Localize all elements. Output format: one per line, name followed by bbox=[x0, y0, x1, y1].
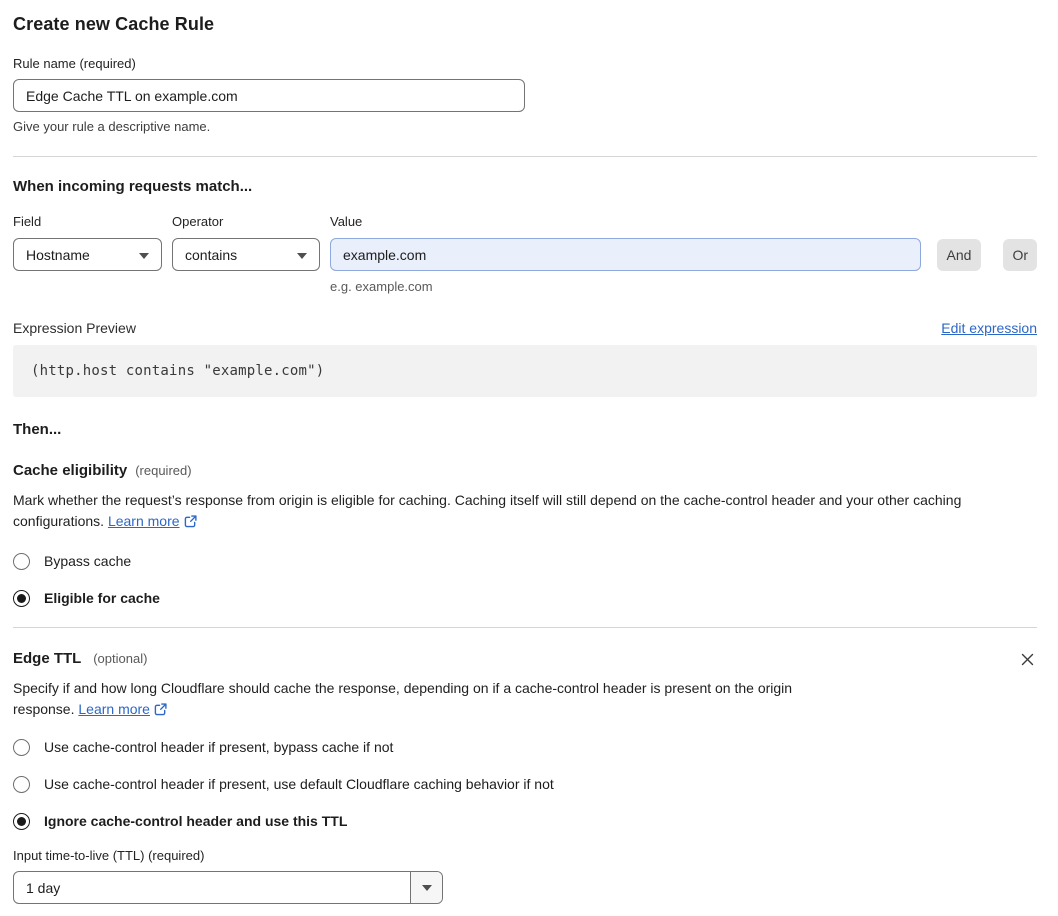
cache-eligibility-options: Bypass cache Eligible for cache bbox=[13, 551, 1037, 608]
radio-option-bypass-cache[interactable]: Bypass cache bbox=[13, 551, 1037, 571]
expression-preview-label: Expression Preview bbox=[13, 320, 136, 336]
cache-eligibility-header: Cache eligibility (required) bbox=[13, 462, 1037, 479]
cache-eligibility-qualifier: (required) bbox=[135, 463, 192, 478]
rule-name-help: Give your rule a descriptive name. bbox=[13, 119, 211, 134]
radio-option-ignore-header-use-ttl[interactable]: Ignore cache-control header and use this… bbox=[13, 811, 1037, 831]
caret-down-icon bbox=[139, 252, 149, 259]
edge-ttl-qualifier: (optional) bbox=[93, 651, 148, 666]
rule-name-label: Rule name (required) bbox=[13, 56, 136, 71]
page-title: Create new Cache Rule bbox=[13, 14, 215, 34]
edge-ttl-learn-more-link[interactable]: Learn more bbox=[78, 701, 150, 717]
external-link-icon bbox=[184, 515, 197, 528]
radio-icon[interactable] bbox=[13, 775, 30, 793]
match-labels-row: Field Operator Value bbox=[13, 214, 1037, 229]
rule-name-input[interactable] bbox=[13, 79, 525, 112]
radio-option-use-header-default[interactable]: Use cache-control header if present, use… bbox=[13, 774, 1037, 794]
radio-option-label: Eligible for cache bbox=[44, 590, 160, 606]
radio-icon[interactable] bbox=[13, 589, 30, 607]
operator-label: Operator bbox=[172, 214, 224, 229]
field-label: Field bbox=[13, 214, 42, 229]
caret-down-icon bbox=[421, 884, 432, 891]
create-cache-rule-form: Create new Cache Rule Rule name (require… bbox=[0, 0, 1058, 916]
edge-ttl-heading: Edge TTL bbox=[13, 650, 82, 667]
cache-eligibility-heading: Cache eligibility bbox=[13, 462, 128, 479]
cache-eligibility-description: Mark whether the request’s response from… bbox=[13, 490, 1037, 532]
caret-down-icon bbox=[297, 252, 307, 259]
divider bbox=[13, 156, 1037, 157]
value-input[interactable] bbox=[330, 238, 921, 271]
radio-option-label: Use cache-control header if present, byp… bbox=[44, 739, 394, 755]
radio-option-label: Bypass cache bbox=[44, 553, 132, 569]
radio-option-use-header-bypass[interactable]: Use cache-control header if present, byp… bbox=[13, 737, 1037, 757]
value-help-text: e.g. example.com bbox=[330, 279, 433, 294]
radio-option-eligible-for-cache[interactable]: Eligible for cache bbox=[13, 588, 1037, 608]
expression-preview-code: (http.host contains "example.com") bbox=[13, 345, 1037, 397]
radio-option-label: Ignore cache-control header and use this… bbox=[44, 813, 348, 829]
radio-icon[interactable] bbox=[13, 552, 30, 570]
ttl-select-value: 1 day bbox=[26, 879, 61, 896]
then-heading: Then... bbox=[13, 421, 62, 438]
edge-ttl-heading-group: Edge TTL (optional) bbox=[13, 650, 147, 667]
divider bbox=[13, 627, 1037, 628]
match-condition-row: Hostname contains And Or bbox=[13, 238, 1037, 271]
field-select-value: Hostname bbox=[26, 246, 90, 263]
operator-select[interactable]: contains bbox=[172, 238, 320, 271]
field-select[interactable]: Hostname bbox=[13, 238, 162, 271]
ttl-select-arrow-button[interactable] bbox=[410, 872, 442, 903]
edge-ttl-options: Use cache-control header if present, byp… bbox=[13, 737, 1037, 831]
value-label: Value bbox=[330, 214, 363, 229]
edge-ttl-description: Specify if and how long Cloudflare shoul… bbox=[13, 678, 853, 720]
edge-ttl-header: Edge TTL (optional) bbox=[13, 650, 1037, 669]
radio-icon[interactable] bbox=[13, 812, 30, 830]
radio-option-label: Use cache-control header if present, use… bbox=[44, 776, 554, 792]
and-button[interactable]: And bbox=[936, 238, 982, 271]
ttl-label: Input time-to-live (TTL) (required) bbox=[13, 848, 205, 863]
or-button[interactable]: Or bbox=[1003, 238, 1037, 271]
edit-expression-link[interactable]: Edit expression bbox=[941, 320, 1037, 336]
expression-preview-header: Expression Preview Edit expression bbox=[13, 320, 1037, 336]
operator-select-value: contains bbox=[185, 246, 238, 263]
radio-icon[interactable] bbox=[13, 738, 30, 756]
cache-eligibility-learn-more-link[interactable]: Learn more bbox=[108, 513, 180, 529]
ttl-select[interactable]: 1 day bbox=[13, 871, 443, 904]
external-link-icon bbox=[154, 703, 167, 716]
close-icon[interactable] bbox=[1018, 650, 1037, 669]
match-section-heading: When incoming requests match... bbox=[13, 178, 253, 195]
